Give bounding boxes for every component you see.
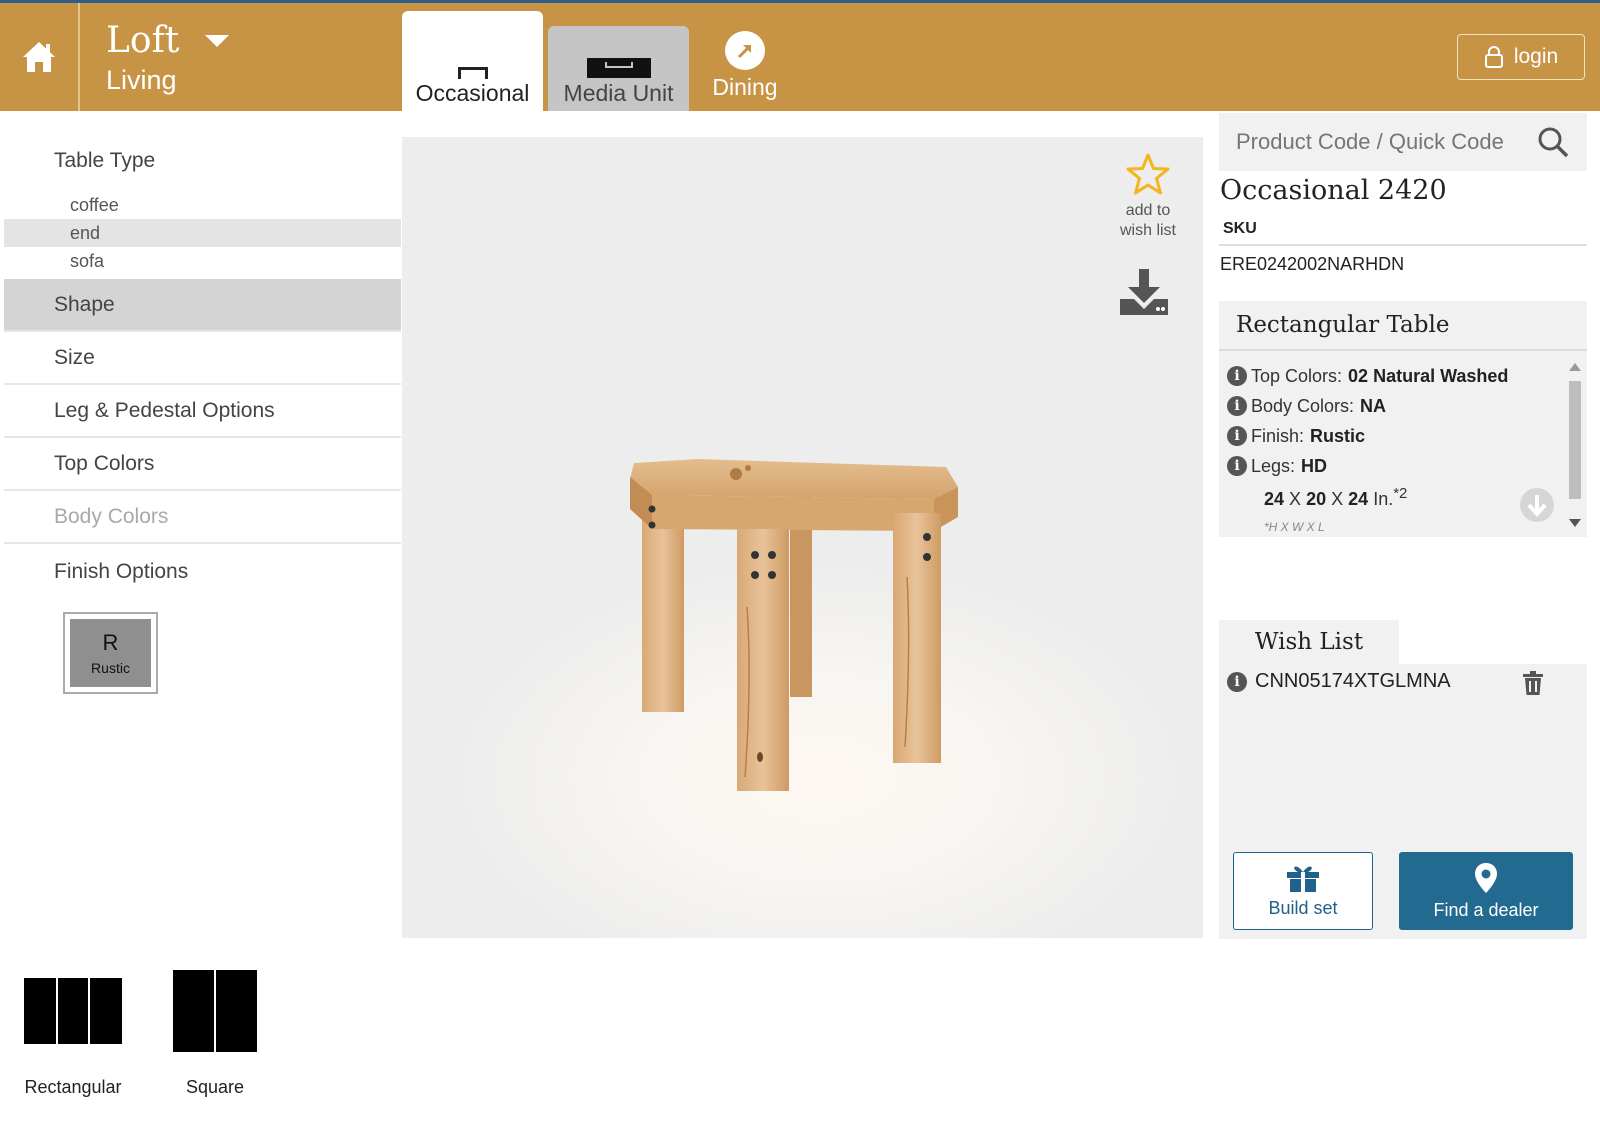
spec-panel: Rectangular Table i Top Colors: 02 Natur… [1219,301,1587,537]
product-title: Occasional 2420 [1220,175,1447,206]
sku-label: SKU [1223,220,1257,237]
wish-list-item[interactable]: i CNN05174XTGLMNA [1227,670,1451,693]
spec-title: Rectangular Table [1219,301,1587,351]
gift-icon [1287,866,1319,892]
rectangular-shape-icon [24,978,122,1044]
add-to-wish-list-line2: wish list [1119,222,1176,239]
dim-width: 20 [1306,489,1327,509]
tab-occasional[interactable]: Occasional [402,11,543,113]
find-dealer-label: Find a dealer [1433,899,1539,920]
spec-value: NA [1360,395,1387,416]
tab-occasional-label: Occasional [415,80,530,106]
product-viewer[interactable]: add to wish list [402,137,1203,938]
table-type-end[interactable]: end [4,219,401,247]
brand-subtitle: Living [106,65,177,95]
scroll-down-arrow[interactable] [1569,519,1581,527]
spec-value: Rustic [1310,425,1366,446]
dim-unit: In. [1373,489,1394,509]
star-icon [1126,153,1170,195]
info-icon[interactable]: i [1227,456,1247,476]
dim-separator: X [1289,489,1302,509]
info-icon[interactable]: i [1227,426,1247,446]
divider [1219,244,1587,246]
tab-dining[interactable]: Dining [700,31,790,103]
shape-option-square-label: Square [185,1077,245,1097]
arrow-circle-icon [725,31,765,70]
spec-row-top-colors: i Top Colors: 02 Natural Washed [1227,361,1587,391]
home-button[interactable] [0,3,80,111]
table-type-coffee[interactable]: coffee [4,191,401,219]
login-label: login [1513,45,1559,68]
spec-value: 02 Natural Washed [1348,365,1509,386]
info-icon[interactable]: i [1227,671,1247,692]
finish-swatch-rustic[interactable]: R Rustic [63,612,158,694]
tab-dining-label: Dining [712,74,778,100]
product-code-search-input[interactable] [1236,129,1526,155]
map-pin-icon [1475,862,1497,893]
shape-option-square[interactable]: Square [172,970,258,1098]
info-icon[interactable]: i [1227,366,1247,386]
section-body-colors: Body Colors [4,491,401,544]
product-image [630,459,958,791]
section-shape[interactable]: Shape [4,279,401,332]
download-icon [1120,269,1168,315]
spec-label: Finish: [1251,425,1305,446]
section-size[interactable]: Size [4,332,401,385]
tab-media-unit[interactable]: Media Unit [548,26,689,111]
tab-media-unit-label: Media Unit [563,80,674,106]
dim-separator: X [1331,489,1344,509]
spec-row-body-colors: i Body Colors: NA [1227,391,1587,421]
spec-row-finish: i Finish: Rustic [1227,421,1587,451]
add-to-wish-list-line1: add to [1125,202,1171,219]
search-icon[interactable] [1537,126,1569,158]
sku-value: ERE0242002NARHDN [1220,254,1405,274]
spec-value: HD [1301,455,1328,476]
header-bar: Loft Living Occasional Media Unit Dining [0,3,1600,113]
scroll-up-arrow[interactable] [1569,363,1581,371]
info-icon[interactable]: i [1227,396,1247,416]
find-dealer-button[interactable]: Find a dealer [1399,852,1573,930]
login-button[interactable]: login [1457,34,1585,80]
build-set-button[interactable]: Build set [1233,852,1373,930]
lock-icon [1484,46,1503,68]
finish-swatch-name: Rustic [91,660,130,676]
build-set-label: Build set [1268,897,1338,918]
trash-icon[interactable] [1522,670,1544,696]
shape-option-rectangular-label: Rectangular [24,1077,122,1097]
spec-row-legs: i Legs: HD [1227,451,1587,481]
arrow-down-circle-icon[interactable] [1519,487,1555,523]
dim-footnote: *2 [1393,485,1408,502]
spec-scrollbar[interactable] [1567,359,1583,529]
spec-label: Body Colors: [1251,395,1355,416]
section-top-colors[interactable]: Top Colors [4,438,401,491]
scroll-thumb[interactable] [1569,381,1581,499]
finish-swatch-letter: R [102,630,119,655]
spec-label: Legs: [1251,455,1296,476]
media-unit-icon [586,58,651,78]
section-leg-pedestal[interactable]: Leg & Pedestal Options [4,385,401,438]
home-icon [23,42,55,72]
square-shape-icon [173,970,257,1052]
wish-list-title: Wish List [1219,620,1399,664]
table-type-title: Table Type [54,149,156,172]
wish-list-item-code: CNN05174XTGLMNA [1255,670,1451,692]
brand-name: Loft [106,20,180,61]
table-icon [457,67,488,79]
add-to-wish-list-button[interactable]: add to wish list [1108,153,1188,241]
table-type-sofa[interactable]: sofa [4,247,401,275]
chevron-down-icon[interactable] [205,35,230,47]
dim-length: 24 [1348,489,1369,509]
wish-list-panel: i CNN05174XTGLMNA Build set Find a deale… [1219,664,1587,939]
shape-option-rectangular[interactable]: Rectangular [24,978,122,1098]
spec-label: Top Colors: [1251,365,1343,386]
filter-sidebar: Table Type coffee end sofa Shape Size Le… [4,131,401,694]
dim-height: 24 [1264,489,1285,509]
brand-selector[interactable]: Loft Living [106,20,230,96]
download-button[interactable] [1118,269,1170,322]
section-finish-options[interactable]: Finish Options [4,544,401,600]
product-search [1219,113,1587,171]
